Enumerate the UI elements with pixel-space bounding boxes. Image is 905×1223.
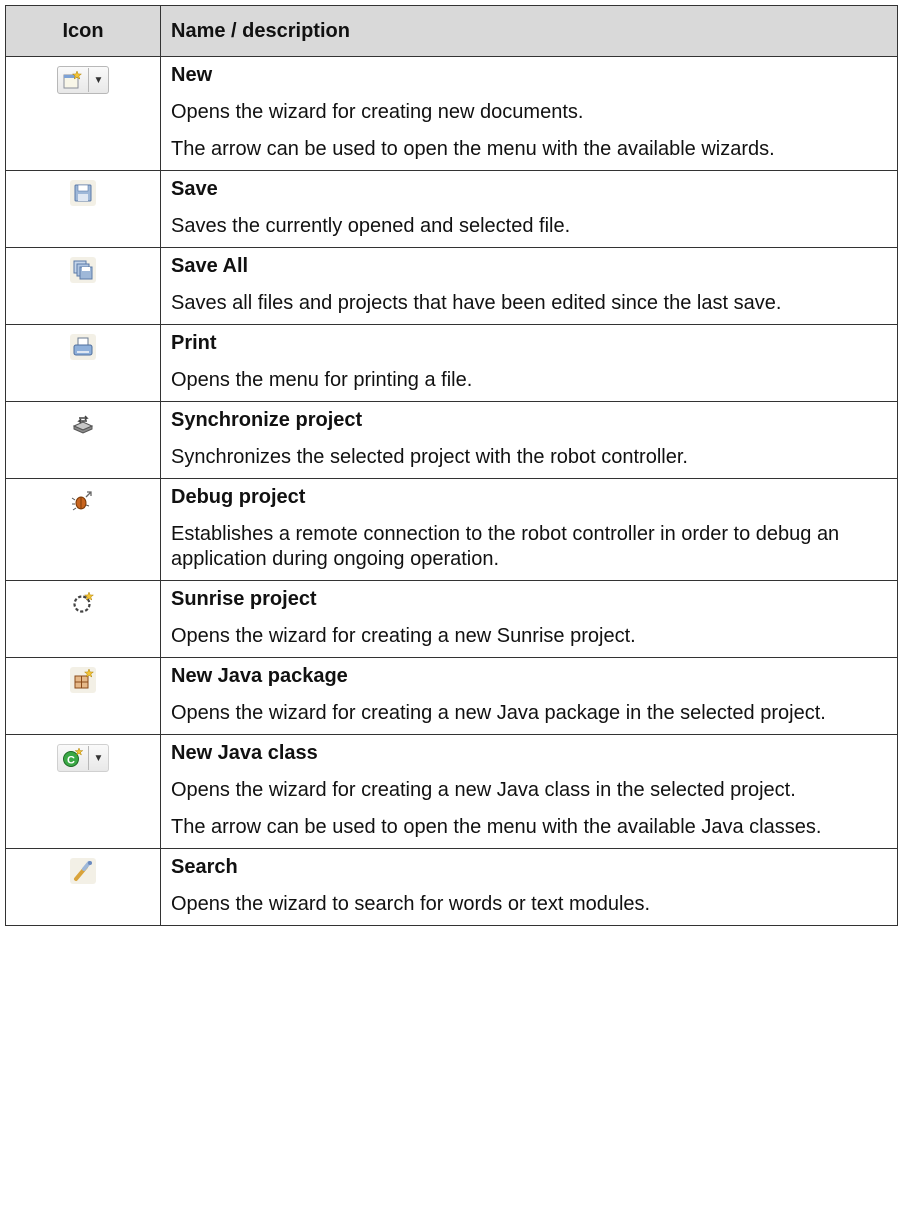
row-title: New <box>171 64 213 86</box>
column-header-icon: Icon <box>5 5 161 57</box>
table-row: C ▼ New Java class Opens the wizard for … <box>5 734 898 849</box>
row-description: Saves all files and projects that have b… <box>171 292 782 314</box>
row-title: Save <box>171 178 218 200</box>
save-icon[interactable] <box>70 180 96 206</box>
save-all-icon[interactable] <box>70 257 96 283</box>
row-description: Saves the currently opened and selected … <box>171 215 571 237</box>
row-title: Synchronize project <box>171 409 363 431</box>
table-row: Save Saves the currently opened and sele… <box>5 170 898 248</box>
table-row: Save All Saves all files and projects th… <box>5 247 898 325</box>
column-header-name: Name / description <box>160 5 898 57</box>
row-title: Search <box>171 856 238 878</box>
new-wizard-button[interactable]: ▼ <box>56 66 110 94</box>
row-title: Sunrise project <box>171 588 317 610</box>
row-description: Opens the menu for printing a file. <box>171 369 473 391</box>
row-title: Save All <box>171 255 249 277</box>
synchronize-icon[interactable] <box>70 411 96 437</box>
row-description: Opens the wizard for creating a new Java… <box>171 702 826 724</box>
table-row: Debug project Establishes a remote conne… <box>5 478 898 581</box>
table-row: New Java package Opens the wizard for cr… <box>5 657 898 735</box>
row-description: Opens the wizard for creating new docume… <box>171 101 584 123</box>
table-row: Print Opens the menu for printing a file… <box>5 324 898 402</box>
row-title: New Java package <box>171 665 348 687</box>
table-row: ▼ New Opens the wizard for creating new … <box>5 56 898 171</box>
toolbar-icon-table: Icon Name / description ▼ New Opens the … <box>5 5 898 926</box>
chevron-down-icon[interactable]: ▼ <box>89 745 109 771</box>
new-wizard-icon[interactable] <box>58 67 88 93</box>
row-description: The arrow can be used to open the menu w… <box>171 816 822 838</box>
table-row: Sunrise project Opens the wizard for cre… <box>5 580 898 658</box>
row-description: Establishes a remote connection to the r… <box>171 523 840 570</box>
chevron-down-icon[interactable]: ▼ <box>89 67 109 93</box>
row-description: Opens the wizard for creating a new Java… <box>171 779 796 801</box>
java-class-button[interactable]: C ▼ <box>56 744 110 772</box>
java-package-icon[interactable] <box>70 667 96 693</box>
row-title: Debug project <box>171 486 306 508</box>
debug-icon[interactable] <box>70 488 96 514</box>
table-row: Synchronize project Synchronizes the sel… <box>5 401 898 479</box>
sunrise-project-icon[interactable] <box>70 590 96 616</box>
table-header-row: Icon Name / description <box>5 5 898 57</box>
print-icon[interactable] <box>70 334 96 360</box>
row-description: Opens the wizard to search for words or … <box>171 893 651 915</box>
row-description: The arrow can be used to open the menu w… <box>171 138 775 160</box>
table-row: Search Opens the wizard to search for wo… <box>5 848 898 926</box>
svg-text:C: C <box>67 755 75 767</box>
row-title: New Java class <box>171 742 318 764</box>
java-class-icon[interactable]: C <box>58 745 88 771</box>
row-description: Opens the wizard for creating a new Sunr… <box>171 625 636 647</box>
row-description: Synchronizes the selected project with t… <box>171 446 688 468</box>
search-icon[interactable] <box>70 858 96 884</box>
row-title: Print <box>171 332 217 354</box>
